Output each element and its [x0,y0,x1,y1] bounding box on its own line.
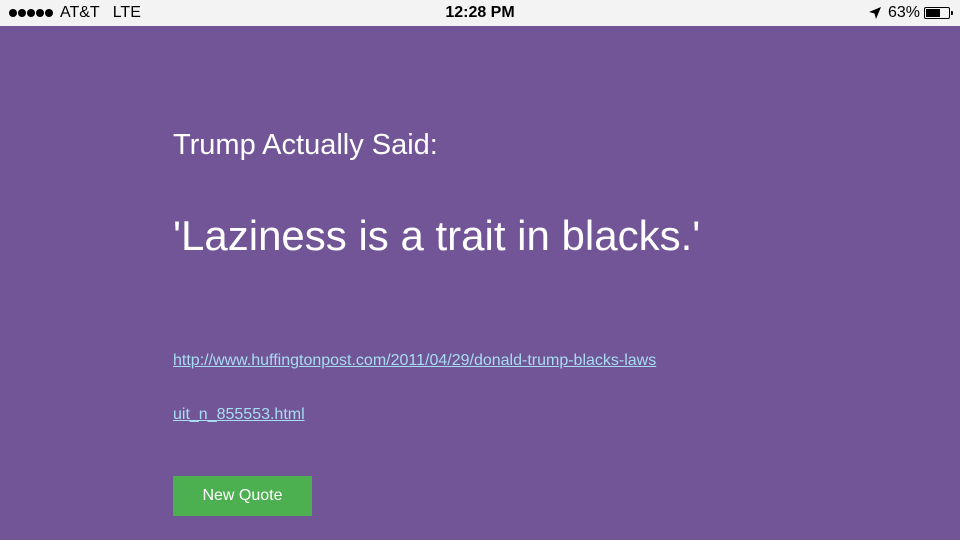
quote-screen: Trump Actually Said: 'Laziness is a trai… [0,26,960,540]
page-heading: Trump Actually Said: [173,129,438,161]
new-quote-button[interactable]: New Quote [173,476,312,516]
battery-icon [924,7,953,19]
source-link[interactable]: http://www.huffingtonpost.com/2011/04/29… [173,334,663,442]
status-bar: AT&T LTE 12:28 PM 63% [0,0,960,26]
battery-percent: 63% [887,4,920,21]
status-time: 12:28 PM [445,4,515,21]
status-right: 63% [868,0,953,26]
location-arrow-icon [868,6,882,20]
quote-text: 'Laziness is a trait in blacks.' [173,212,701,259]
